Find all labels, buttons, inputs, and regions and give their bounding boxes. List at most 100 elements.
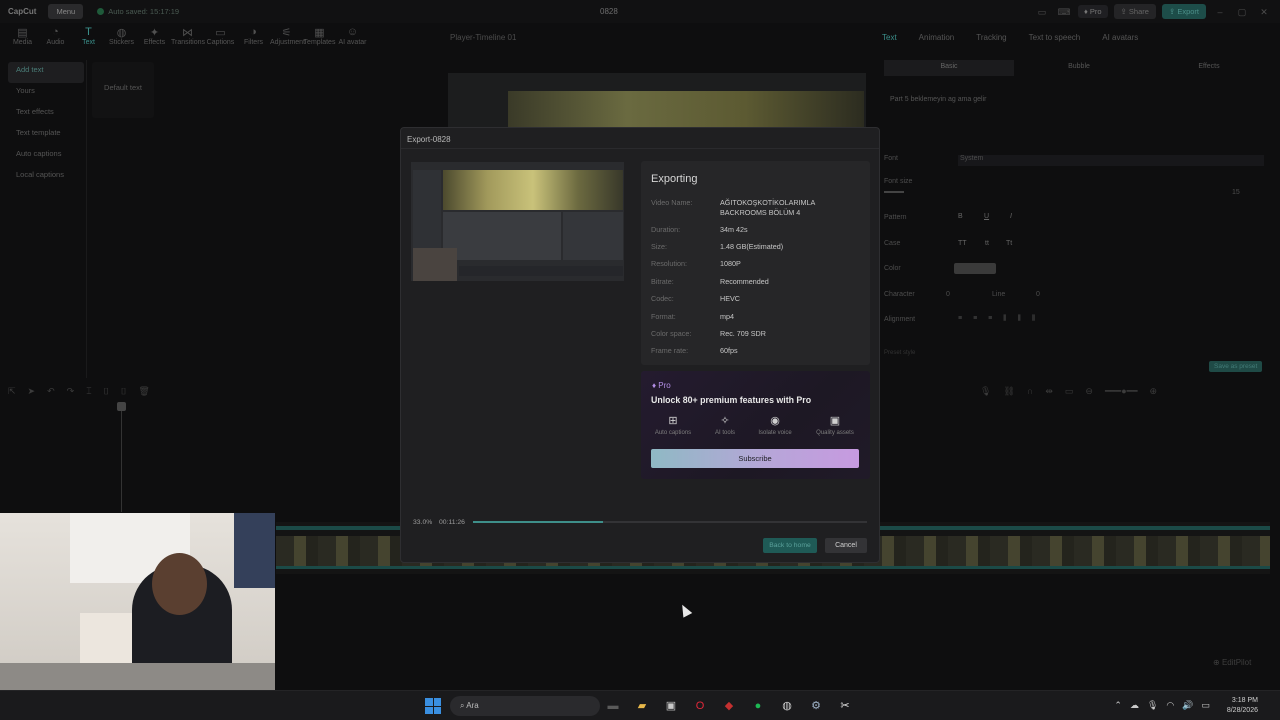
taskbar-clock[interactable]: 3:18 PM 8/28/2026 — [1227, 696, 1258, 716]
toolbar-text[interactable]: T Text — [72, 23, 105, 55]
uppercase-icon[interactable]: TT — [958, 240, 967, 247]
microphone-icon[interactable]: 🎙 — [980, 386, 991, 397]
split-icon[interactable]: ⌶ — [86, 386, 91, 400]
preview-axis-icon[interactable]: ⇹ — [1045, 386, 1053, 397]
minimize-icon[interactable]: – — [1212, 5, 1228, 19]
share-button[interactable]: ⇪ Share — [1113, 4, 1156, 19]
subtab-effects[interactable]: Effects — [1144, 60, 1274, 76]
subtab-bubble[interactable]: Bubble — [1014, 60, 1144, 76]
battery-icon[interactable]: ▭ — [1201, 700, 1210, 711]
default-text-card[interactable]: Default text — [92, 62, 154, 118]
redo-icon[interactable]: ↷ — [67, 386, 75, 400]
toolbar-audio[interactable]: ◔ Audio — [39, 23, 72, 55]
toolbar-effects[interactable]: ✦ Effects — [138, 23, 171, 55]
tab-animation[interactable]: Animation — [919, 33, 955, 42]
opera-icon[interactable]: O — [691, 697, 709, 715]
font-size-value[interactable]: 15 — [1232, 189, 1240, 196]
store-icon[interactable]: ▣ — [662, 697, 680, 715]
pro-chip[interactable]: ♦ Pro — [1077, 5, 1108, 18]
font-size-slider[interactable] — [884, 191, 904, 193]
toolbar-media[interactable]: ▤ Media — [6, 23, 39, 55]
menu-button[interactable]: Menu — [48, 4, 84, 19]
maximize-icon[interactable]: ▢ — [1234, 5, 1250, 19]
cancel-button[interactable]: Cancel — [825, 538, 867, 553]
player-preview[interactable] — [448, 73, 866, 129]
info-key: Frame rate: — [651, 346, 689, 355]
text-content-field[interactable]: Part 5 beklemeyin ag ama gelir — [890, 95, 1010, 104]
toolbar-transitions[interactable]: ⋈ Transitions — [171, 23, 205, 55]
underline-icon[interactable]: U — [984, 213, 989, 220]
chevron-up-icon[interactable]: ⌃ — [1114, 700, 1122, 711]
close-icon[interactable]: ✕ — [1256, 5, 1272, 19]
alignment-icons[interactable]: ≡≡≡⫼⫼⫼ — [958, 315, 1046, 323]
select-icon[interactable]: ⇱ — [8, 386, 16, 400]
font-select[interactable]: System — [958, 155, 1264, 166]
volume-icon[interactable]: 🔊 — [1182, 700, 1193, 711]
nav-local-captions[interactable]: Local captions — [8, 167, 84, 188]
timeline-tools-right: 🎙 ⛓ ∩ ⇹ ▭ ⊖ ━━━●━━ ⊕ — [980, 386, 1157, 397]
toolbar-adjustment[interactable]: ⚟ Adjustment — [270, 23, 305, 55]
nav-text-template[interactable]: Text template — [8, 125, 84, 146]
isolate-voice-icon: ◉ — [770, 415, 780, 427]
delete-icon[interactable]: 🗑 — [138, 386, 149, 400]
toolbar-captions[interactable]: ▭ Captions — [204, 23, 237, 55]
bold-icon[interactable]: B — [958, 213, 963, 220]
spotify-icon[interactable]: ● — [749, 697, 767, 715]
trim-left-icon[interactable]: ⌷ — [104, 386, 109, 400]
titlecase-icon[interactable]: Tt — [1006, 240, 1012, 247]
subscribe-button[interactable]: Subscribe — [651, 449, 859, 468]
nav-add-text[interactable]: Add text — [8, 62, 84, 83]
toolbar-templates[interactable]: ▦ Templates — [303, 23, 336, 55]
taskbar-search[interactable]: ⌕ Ara — [450, 696, 600, 716]
info-key: Bitrate: — [651, 277, 674, 286]
toolbar-label: Text — [82, 39, 95, 46]
tab-tracking[interactable]: Tracking — [976, 33, 1006, 42]
toolbar-stickers[interactable]: ◍ Stickers — [105, 23, 138, 55]
editpilot-label[interactable]: ⊕ EditPilot — [1213, 658, 1251, 667]
italic-icon[interactable]: I — [1010, 213, 1012, 220]
trim-right-icon[interactable]: ⌷ — [121, 386, 126, 400]
red-app-icon[interactable]: ◆ — [720, 697, 738, 715]
line-value[interactable]: 0 — [1036, 291, 1040, 298]
nav-yours[interactable]: Yours — [8, 83, 84, 104]
toolbar-filters[interactable]: ◑ Filters — [237, 23, 270, 55]
folder-icon[interactable]: ▰ — [633, 697, 651, 715]
capcut-icon[interactable]: ✂ — [836, 697, 854, 715]
magnet-icon[interactable]: ∩ — [1027, 386, 1033, 397]
layout-icon[interactable]: ▭ — [1034, 5, 1050, 19]
cloud-icon[interactable]: ☁ — [1130, 700, 1139, 711]
back-to-home-button[interactable]: Back to home — [763, 538, 817, 553]
webcam-desk — [0, 663, 275, 690]
lowercase-icon[interactable]: tt — [985, 240, 989, 247]
toolbar-ai-avatar[interactable]: ☺ AI avatar — [336, 23, 369, 55]
save-preset-button[interactable]: Save as preset — [1209, 361, 1263, 372]
windows-start-icon[interactable] — [425, 698, 441, 714]
zoom-in-icon[interactable]: ⊕ — [1149, 386, 1157, 397]
tab-text[interactable]: Text — [882, 33, 897, 42]
playhead-handle[interactable] — [117, 402, 126, 411]
export-button[interactable]: ⇪ Export — [1161, 4, 1206, 19]
undo-icon[interactable]: ↶ — [47, 386, 55, 400]
tab-text-to-speech[interactable]: Text to speech — [1029, 33, 1081, 42]
nav-auto-captions[interactable]: Auto captions — [8, 146, 84, 167]
steam-icon[interactable]: ◍ — [778, 697, 796, 715]
player-video-frame — [508, 91, 864, 129]
microphone-tray-icon[interactable]: 🎙 — [1147, 700, 1158, 711]
shortcuts-icon[interactable]: ⌨ — [1056, 5, 1072, 19]
wifi-icon[interactable]: ◠ — [1166, 700, 1174, 711]
search-placeholder: Ara — [466, 701, 479, 710]
character-value[interactable]: 0 — [946, 291, 950, 298]
link-icon[interactable]: ⛓ — [1003, 386, 1014, 397]
tab-ai-avatars[interactable]: AI avatars — [1102, 33, 1138, 42]
file-explorer-icon[interactable]: ▬ — [604, 697, 622, 715]
progress-elapsed-time: 00:11:26 — [439, 519, 465, 526]
timeline-playhead[interactable] — [121, 402, 122, 512]
color-swatch[interactable] — [954, 263, 996, 274]
zoom-slider[interactable]: ━━━●━━ — [1105, 386, 1138, 397]
nav-text-effects[interactable]: Text effects — [8, 104, 84, 125]
captions-track-icon[interactable]: ▭ — [1065, 386, 1074, 397]
zoom-out-icon[interactable]: ⊖ — [1085, 386, 1093, 397]
settings-icon[interactable]: ⚙ — [807, 697, 825, 715]
pointer-icon[interactable]: ➤ — [28, 386, 36, 400]
subtab-basic[interactable]: Basic — [884, 60, 1014, 76]
